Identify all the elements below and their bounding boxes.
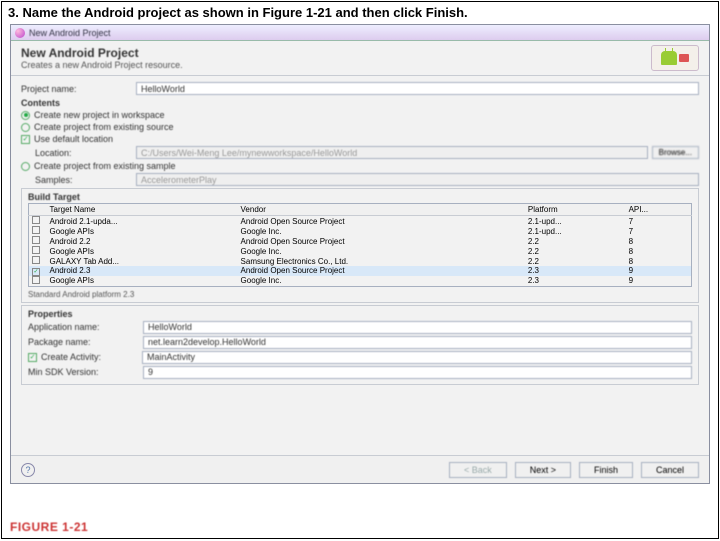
table-row: Android 2.1-upda...Android Open Source P… — [29, 216, 692, 227]
table-row: Google APIsGoogle Inc.2.39 — [29, 276, 692, 287]
radio-from-sample-label: Create project from existing sample — [34, 161, 176, 171]
project-name-input[interactable]: HelloWorld — [136, 82, 699, 95]
location-label: Location: — [21, 148, 136, 158]
col-vendor: Vendor — [238, 204, 525, 216]
build-target-note: Standard Android platform 2.3 — [28, 290, 692, 299]
build-target-heading: Build Target — [28, 192, 692, 202]
table-header: Target Name Vendor Platform API... — [29, 204, 692, 216]
samples-select: AccelerometerPlay — [136, 173, 699, 186]
cancel-button[interactable]: Cancel — [641, 462, 699, 478]
next-button[interactable]: Next > — [515, 462, 571, 478]
android-badge — [651, 45, 699, 71]
badge-accent — [679, 54, 689, 62]
table-row: Google APIsGoogle Inc.2.28 — [29, 246, 692, 256]
radio-existing-source-label: Create project from existing source — [34, 122, 174, 132]
radio-from-sample[interactable] — [21, 162, 30, 171]
wizard-window: New Android Project New Android Project … — [10, 24, 710, 484]
package-name-input[interactable]: net.learn2develop.HelloWorld — [143, 336, 692, 349]
table-row: GALAXY Tab Add...Samsung Electronics Co.… — [29, 256, 692, 266]
target-chk[interactable] — [32, 256, 40, 264]
target-chk[interactable]: ✓ — [32, 268, 40, 276]
min-sdk-input[interactable]: 9 — [143, 366, 692, 379]
radio-create-new[interactable] — [21, 111, 30, 120]
page-subtitle: Creates a new Android Project resource. — [21, 60, 651, 70]
browse-button[interactable]: Browse... — [652, 146, 699, 159]
target-chk[interactable] — [32, 246, 40, 254]
min-sdk-label: Min SDK Version: — [28, 367, 143, 377]
activity-name-input[interactable]: MainActivity — [142, 351, 692, 364]
package-name-label: Package name: — [28, 337, 143, 347]
back-button: < Back — [449, 462, 507, 478]
col-api: API... — [626, 204, 692, 216]
col-target-name: Target Name — [47, 204, 238, 216]
eclipse-icon — [15, 28, 25, 38]
app-name-input[interactable]: HelloWorld — [143, 321, 692, 334]
col-platform: Platform — [525, 204, 626, 216]
figure-caption: FIGURE 1-21 — [10, 520, 88, 534]
target-chk[interactable] — [32, 226, 40, 234]
android-icon — [661, 51, 677, 65]
help-icon[interactable]: ? — [21, 463, 35, 477]
target-chk[interactable] — [32, 236, 40, 244]
table-row: Android 2.2Android Open Source Project2.… — [29, 236, 692, 246]
location-input: C:/Users/Wei-Meng Lee/mynewworkspace/Hel… — [136, 146, 648, 159]
instruction-text: 3. Name the Android project as shown in … — [2, 2, 718, 22]
page-title: New Android Project — [21, 46, 651, 60]
chk-use-default-location-label: Use default location — [34, 134, 113, 144]
radio-existing-source[interactable] — [21, 123, 30, 132]
window-title: New Android Project — [29, 28, 111, 38]
build-target-table[interactable]: Target Name Vendor Platform API... Andro… — [28, 203, 692, 287]
chk-use-default-location[interactable] — [21, 135, 30, 144]
table-row: ✓Android 2.3Android Open Source Project2… — [29, 266, 692, 276]
target-chk[interactable] — [32, 216, 40, 224]
properties-heading: Properties — [28, 309, 692, 319]
finish-button[interactable]: Finish — [579, 462, 633, 478]
titlebar: New Android Project — [11, 25, 709, 41]
radio-create-new-label: Create new project in workspace — [34, 110, 165, 120]
chk-create-activity[interactable] — [28, 353, 37, 362]
app-name-label: Application name: — [28, 322, 143, 332]
samples-label: Samples: — [21, 175, 136, 185]
target-chk[interactable] — [32, 276, 40, 284]
create-activity-label: Create Activity: — [41, 352, 142, 362]
contents-heading: Contents — [21, 98, 699, 108]
project-name-label: Project name: — [21, 84, 136, 94]
table-row: Google APIsGoogle Inc.2.1-upd...7 — [29, 226, 692, 236]
